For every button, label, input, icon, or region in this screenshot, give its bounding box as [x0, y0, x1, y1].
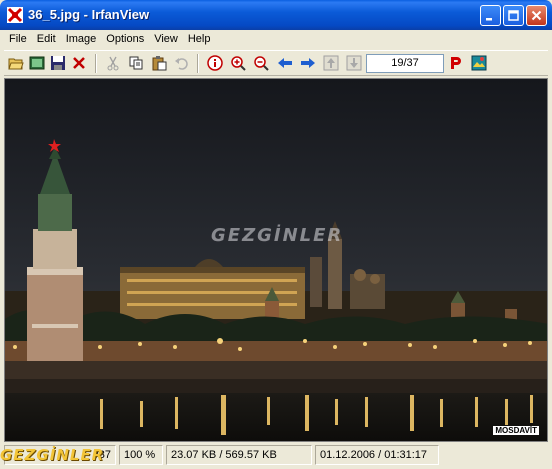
undo-button[interactable]: [173, 54, 191, 72]
status-file-size: 23.07 KB / 569.57 KB: [166, 445, 312, 465]
next-icon: [301, 58, 315, 68]
last-image-icon: [346, 55, 362, 71]
info-button[interactable]: [206, 54, 224, 72]
paint-p-icon: [451, 57, 461, 69]
close-button[interactable]: [526, 5, 547, 26]
menu-file[interactable]: File: [4, 31, 32, 48]
kremlin-night-photo: [5, 79, 547, 441]
undo-icon: [175, 58, 188, 70]
save-button[interactable]: [49, 54, 67, 72]
minimize-icon: [486, 18, 492, 21]
window-title: 36_5.jpg - IrfanView: [28, 7, 150, 22]
first-image-icon: [323, 55, 339, 71]
zoom-out-icon: [254, 56, 269, 71]
last-image-button[interactable]: [345, 54, 363, 72]
info-icon: [207, 55, 223, 71]
paste-button[interactable]: [150, 54, 168, 72]
open-folder-icon: [8, 58, 24, 70]
zoom-out-button[interactable]: [252, 54, 270, 72]
toolbar-separator: [95, 54, 97, 73]
minimize-button[interactable]: [480, 5, 501, 26]
maximize-button[interactable]: [503, 5, 524, 26]
delete-icon: [73, 57, 85, 69]
title-bar[interactable]: 36_5.jpg - IrfanView: [0, 0, 552, 30]
close-icon: [531, 10, 542, 21]
zoom-in-icon: [231, 56, 246, 71]
menu-edit[interactable]: Edit: [32, 31, 61, 48]
cut-icon: [107, 56, 119, 71]
first-image-button[interactable]: [322, 54, 340, 72]
irfanview-window: 36_5.jpg - IrfanView File Edit Image Opt…: [0, 0, 552, 469]
site-logo-overlay: GEZGİNLER: [0, 446, 105, 464]
menu-options[interactable]: Options: [101, 31, 149, 48]
photographer-tag: MOSDAVİT: [493, 426, 539, 435]
previous-button[interactable]: [276, 54, 294, 72]
cut-button[interactable]: [104, 54, 122, 72]
menu-image[interactable]: Image: [61, 31, 102, 48]
irfanview-app-icon: [7, 7, 23, 23]
next-button[interactable]: [299, 54, 317, 72]
status-zoom: 100 %: [119, 445, 163, 465]
save-icon: [51, 56, 65, 70]
irfanview-logo-icon: [471, 55, 487, 71]
delete-button[interactable]: [70, 54, 88, 72]
open-button[interactable]: [7, 54, 25, 72]
paint-button[interactable]: [447, 54, 465, 72]
copy-button[interactable]: [127, 54, 145, 72]
menu-bar: File Edit Image Options View Help: [4, 30, 548, 49]
copy-icon: [129, 56, 143, 70]
slideshow-button[interactable]: [28, 54, 46, 72]
paste-icon: [152, 56, 167, 71]
image-watermark: GEZGİNLER: [211, 225, 344, 246]
image-viewport[interactable]: GEZGİNLER MOSDAVİT: [4, 78, 548, 442]
menu-help[interactable]: Help: [183, 31, 216, 48]
menu-view[interactable]: View: [149, 31, 183, 48]
zoom-in-button[interactable]: [229, 54, 247, 72]
status-datetime: 01.12.2006 / 01:31:17: [315, 445, 439, 465]
toolbar: 19/37: [4, 50, 548, 76]
about-button[interactable]: [470, 54, 488, 72]
previous-icon: [278, 58, 292, 68]
slideshow-icon: [29, 56, 45, 70]
maximize-icon: [508, 10, 519, 21]
toolbar-separator: [197, 54, 199, 73]
page-counter[interactable]: 19/37: [366, 54, 444, 73]
